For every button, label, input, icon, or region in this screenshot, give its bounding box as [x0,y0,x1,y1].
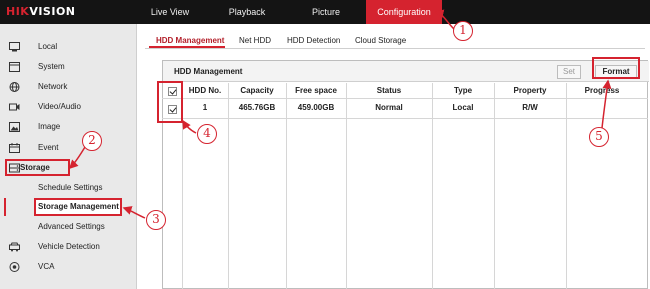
sidebar-item-label: Local [38,42,58,51]
tab-net-hdd[interactable]: Net HDD [239,36,271,45]
table-column-divider [228,83,229,289]
set-button[interactable]: Set [557,65,581,79]
video-audio-icon [9,103,20,111]
sidebar-item-advanced-settings[interactable]: Advanced Settings [0,218,137,236]
table-column-divider [346,83,347,289]
sidebar-item-local[interactable]: Local [0,38,137,56]
tab-cloud-storage[interactable]: Cloud Storage [355,36,406,45]
checkbox-highlight-box [157,81,183,123]
nav-picture[interactable]: Picture [302,0,350,24]
sidebar-item-schedule-settings[interactable]: Schedule Settings [0,179,137,197]
sidebar-item-label: Image [38,122,61,131]
sidebar-item-label: Video/Audio [38,102,81,111]
panel-title: HDD Management [174,67,243,76]
column-header-free-space: Free space [295,86,337,95]
table-header-divider [162,98,648,99]
image-icon [9,122,20,132]
nav-configuration[interactable]: Configuration [366,0,442,24]
annotation-3: 3 [146,210,166,230]
hikvision-logo: HIKVISION [6,5,76,18]
column-header-property: Property [513,86,547,95]
tab-hdd-management[interactable]: HDD Management [156,36,224,45]
annotation-1: 1 [453,21,473,41]
sidebar-item-network[interactable]: Network [0,78,137,96]
sidebar-item-label: System [38,62,65,71]
table-column-divider [286,83,287,289]
cell-free-space: 459.00GB [297,103,335,112]
sidebar-item-label: Schedule Settings [38,183,103,192]
sidebar-item-image[interactable]: Image [0,118,137,136]
annotation-5: 5 [589,127,609,147]
sidebar-item-vehicle-detection[interactable]: Vehicle Detection [0,238,137,256]
network-icon [9,82,20,92]
sidebar-item-label: VCA [38,262,55,271]
vca-icon [9,262,20,272]
tab-hdd-detection[interactable]: HDD Detection [287,36,340,45]
annotation-2: 2 [82,131,102,151]
sidebar-item-vca[interactable]: VCA [0,258,137,276]
tabs-divider [145,48,645,49]
column-header-type: Type [453,86,473,95]
panel-header: HDD Management Set Format [163,61,649,82]
column-header-capacity: Capacity [240,86,274,95]
table-column-divider [432,83,433,289]
column-header-progress: Progress [584,86,620,95]
cell-hdd-no: 1 [202,103,208,112]
sidebar-item-storage-management[interactable]: Storage Management [0,198,137,216]
table-column-divider [566,83,567,289]
sidebar-item-label: Event [38,143,59,152]
storage-icon [9,163,20,173]
sidebar-item-label: Vehicle Detection [38,242,100,251]
sidebar-item-label: Advanced Settings [38,222,105,231]
system-icon [9,62,20,72]
sidebar-item-label: Storage Management [38,202,119,211]
sidebar-item-system[interactable]: System [0,58,137,76]
cell-capacity: 465.76GB [238,103,276,112]
top-navigation-bar: HIKVISION Live View Playback Picture Con… [0,0,650,24]
column-header-status: Status [376,86,402,95]
cell-status: Normal [375,103,403,112]
sidebar-item-storage[interactable]: Storage [0,159,137,177]
nav-playback[interactable]: Playback [218,0,276,24]
cell-type: Local [452,103,474,112]
sidebar-item-label: Storage [20,163,50,172]
nav-live-view[interactable]: Live View [140,0,200,24]
column-header-hdd-no: HDD No. [188,86,222,95]
table-row-divider [162,118,648,119]
vehicle-icon [9,242,20,252]
annotation-4: 4 [197,124,217,144]
cell-property: R/W [522,103,538,112]
sidebar-item-event[interactable]: Event [0,139,137,157]
event-icon [9,143,20,153]
table-column-divider [494,83,495,289]
sidebar-item-video-audio[interactable]: Video/Audio [0,98,137,116]
format-highlight-box [592,57,640,79]
sidebar-item-label: Network [38,82,68,91]
monitor-icon [9,42,20,52]
